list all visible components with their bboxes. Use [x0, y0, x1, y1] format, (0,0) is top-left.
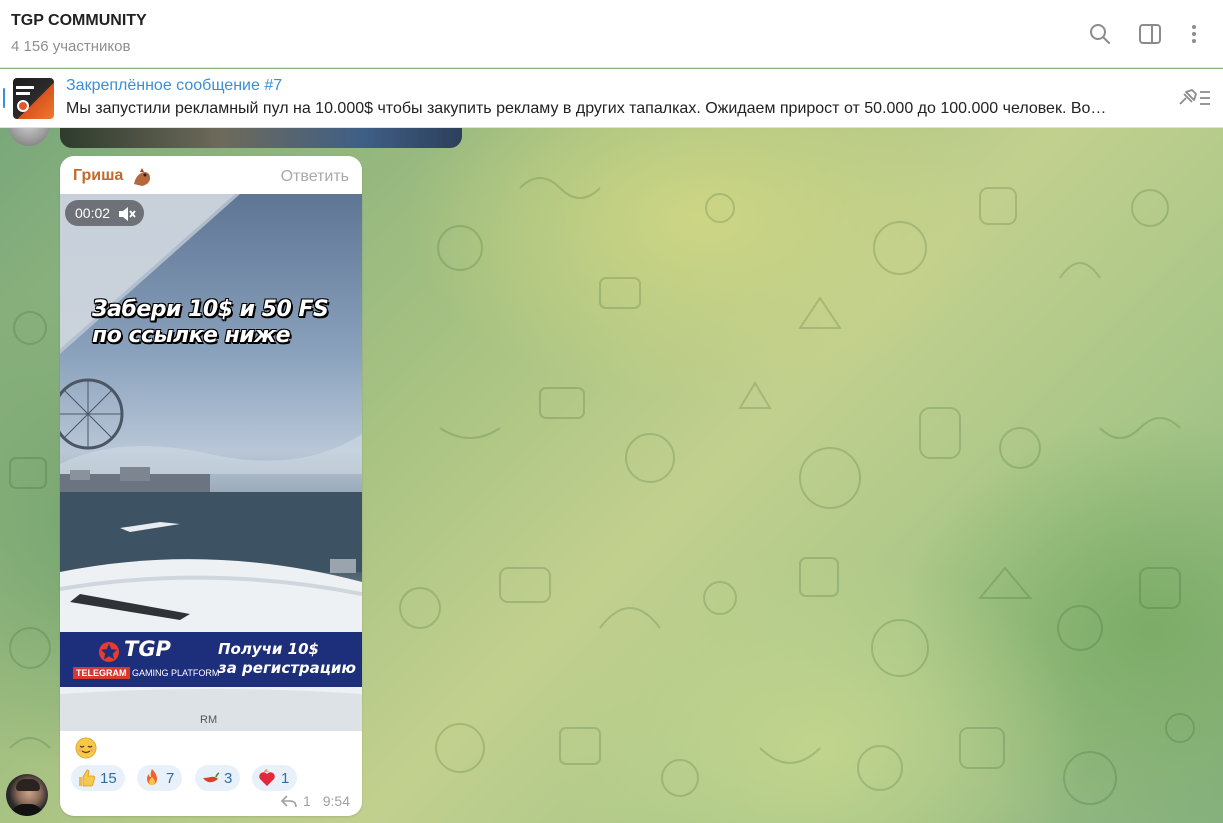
fire-icon — [147, 769, 157, 785]
message-meta: 1 9:54 — [281, 793, 350, 809]
banner-offer: Получи 10$ за регистрацию — [218, 640, 356, 678]
unpin-icon[interactable] — [1176, 86, 1212, 110]
reply-arrow-icon[interactable] — [281, 794, 297, 808]
duration-text: 00:02 — [75, 205, 111, 221]
reaction-count: 1 — [281, 769, 290, 787]
thumbs-up-icon — [79, 769, 96, 787]
message-bubble[interactable]: Гриша Ответить 00:02 Забери 10$ и 50 FS … — [60, 156, 362, 816]
reaction-burning-heart[interactable]: 1 — [252, 765, 298, 791]
promo-line-2: по ссылке ниже — [92, 323, 291, 348]
chat-title[interactable]: TGP COMMUNITY — [11, 12, 147, 30]
previous-message-media[interactable] — [60, 128, 462, 148]
banner-offer-line-2: за регистрацию — [218, 659, 356, 677]
sender-name[interactable]: Гриша — [73, 167, 123, 185]
member-count: 4 156 участников — [11, 38, 131, 55]
hot-pepper-icon — [203, 772, 220, 783]
burning-heart-icon — [259, 769, 275, 786]
reply-count[interactable]: 1 — [303, 793, 311, 809]
message-time: 9:54 — [322, 793, 350, 809]
video-watermark: RM — [200, 714, 218, 726]
pinned-thumbnail — [13, 78, 54, 119]
banner-tag-red: TELEGRAM — [73, 667, 130, 679]
pinned-message-bar[interactable]: Закреплённое сообщение #7 Мы запустили р… — [0, 69, 1223, 128]
pinned-text: Мы запустили рекламный пул на 10.000$ чт… — [66, 100, 1107, 117]
reaction-thumbs-up[interactable]: 15 — [71, 765, 125, 791]
banner-tag-rest: GAMING PLATFORM — [132, 668, 220, 678]
reaction-count: 7 — [166, 769, 175, 787]
reaction-hot-pepper[interactable]: 3 — [195, 765, 241, 791]
pinned-indicator — [3, 88, 5, 108]
more-vertical-icon[interactable] — [1182, 22, 1206, 46]
pinned-title: Закреплённое сообщение #7 — [66, 77, 283, 94]
relieved-face-icon — [75, 737, 97, 759]
reaction-fire[interactable]: 7 — [137, 765, 183, 791]
avatar[interactable] — [6, 774, 48, 816]
video-duration[interactable]: 00:02 — [65, 200, 144, 226]
banner-tagline: TELEGRAM GAMING PLATFORM — [73, 667, 220, 679]
sidebar-toggle-icon[interactable] — [1138, 22, 1162, 46]
banner-offer-line-1: Получи 10$ — [218, 640, 319, 658]
reply-button[interactable]: Ответить — [281, 168, 349, 186]
reaction-count: 3 — [224, 769, 233, 787]
reaction-count: 15 — [100, 769, 117, 787]
sender-emoji-icon — [131, 166, 153, 188]
search-icon[interactable] — [1088, 22, 1112, 46]
mute-icon[interactable] — [118, 206, 136, 222]
promo-banner: TGP TELEGRAM GAMING PLATFORM Получи 10$ … — [60, 632, 362, 687]
promo-line-1: Забери 10$ и 50 FS — [92, 297, 329, 322]
video-player[interactable]: 00:02 Забери 10$ и 50 FS по ссылке ниже … — [60, 194, 362, 731]
tgp-logo-icon — [99, 642, 119, 662]
chat-header: TGP COMMUNITY 4 156 участников — [0, 0, 1223, 68]
promo-text: Забери 10$ и 50 FS по ссылке ниже — [92, 297, 329, 349]
banner-brand: TGP — [124, 637, 171, 661]
